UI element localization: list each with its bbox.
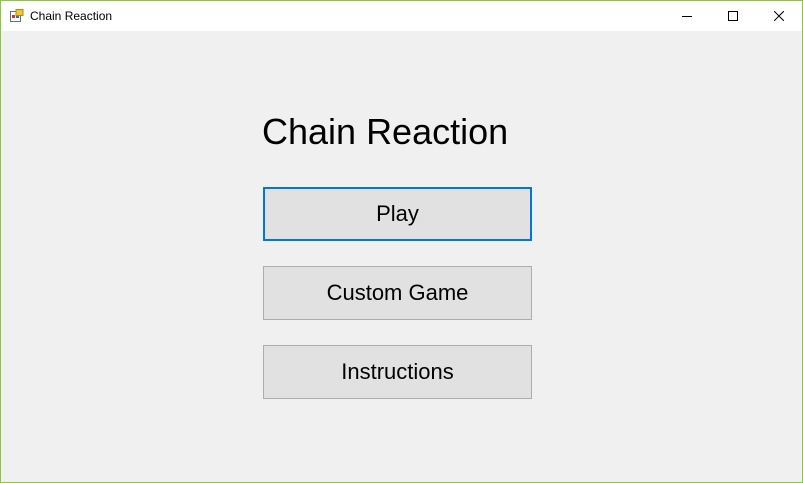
maximize-button[interactable] [710,1,756,31]
title-bar[interactable]: Chain Reaction [1,1,802,31]
minimize-icon [682,16,692,17]
minimize-button[interactable] [664,1,710,31]
page-title: Chain Reaction [262,111,509,152]
instructions-button[interactable]: Instructions [263,345,532,399]
main-menu: Chain Reaction Play Custom Game Instruct… [1,31,802,482]
custom-game-button[interactable]: Custom Game [263,266,532,320]
maximize-icon [728,11,738,21]
close-button[interactable] [756,1,802,31]
window-title: Chain Reaction [30,9,113,23]
play-button[interactable]: Play [263,187,532,241]
close-icon [774,11,784,21]
app-window: Chain Reaction Chain Reaction Play Custo… [0,0,803,483]
app-icon [10,9,24,22]
